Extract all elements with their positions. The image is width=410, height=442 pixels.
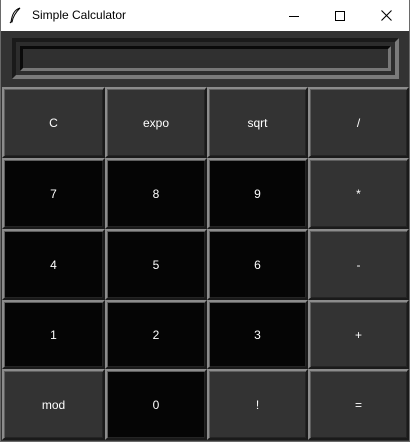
digit-4-button[interactable]: 4 [2,229,105,300]
exponent-button[interactable]: expo [105,87,207,158]
minimize-icon [289,11,299,21]
digit-1-button[interactable]: 1 [2,300,105,369]
digit-0-button[interactable]: 0 [105,369,207,440]
clear-button[interactable]: C [2,87,105,158]
multiply-button[interactable]: * [308,158,409,229]
digit-2-button[interactable]: 2 [105,300,207,369]
maximize-icon [335,10,345,21]
divide-button[interactable]: / [308,87,409,158]
display-frame [12,38,399,79]
keypad: C expo sqrt / 7 8 9 * 4 5 6 - 1 2 3 + mo… [2,87,409,440]
window-title: Simple Calculator [32,8,127,22]
digit-6-button[interactable]: 6 [207,229,308,300]
modulo-button[interactable]: mod [2,369,105,440]
close-icon [380,10,392,21]
add-button[interactable]: + [308,300,409,369]
title-bar: Simple Calculator [1,0,409,31]
digit-9-button[interactable]: 9 [207,158,308,229]
subtract-button[interactable]: - [308,229,409,300]
calculator-window: Simple Calculator C expo sqrt / 7 8 9 * [0,0,410,442]
feather-icon [8,7,24,24]
digit-7-button[interactable]: 7 [2,158,105,229]
minimize-button[interactable] [271,0,317,31]
factorial-button[interactable]: ! [207,369,308,440]
digit-3-button[interactable]: 3 [207,300,308,369]
equals-button[interactable]: = [308,369,409,440]
maximize-button[interactable] [317,0,363,31]
digit-8-button[interactable]: 8 [105,158,207,229]
display-entry[interactable] [20,46,391,71]
digit-5-button[interactable]: 5 [105,229,207,300]
sqrt-button[interactable]: sqrt [207,87,308,158]
close-button[interactable] [363,0,409,31]
